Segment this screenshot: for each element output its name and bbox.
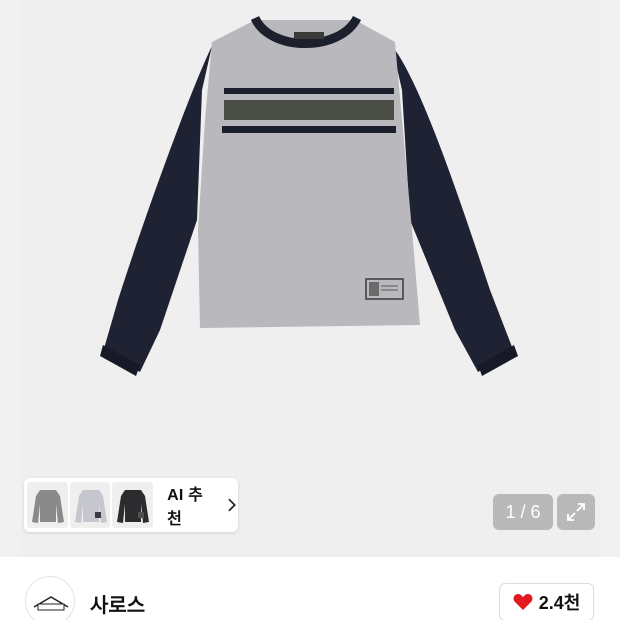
image-counter: 1 / 6 <box>493 494 553 530</box>
ai-recommend-panel[interactable]: AI 추천 <box>24 478 238 532</box>
like-button[interactable]: 2.4천 <box>499 583 594 620</box>
heart-icon <box>513 594 533 610</box>
ai-recommend-label: AI 추천 <box>167 487 204 528</box>
chevron-right-icon <box>228 498 237 512</box>
product-image <box>100 15 518 376</box>
shop-name[interactable]: 사로스 <box>90 589 145 618</box>
expand-button[interactable] <box>557 494 595 530</box>
like-count: 2.4천 <box>538 593 581 613</box>
expand-arrows-icon <box>567 503 585 521</box>
thumbnail-gray[interactable] <box>27 482 68 528</box>
thumbnail-light-gray[interactable] <box>69 482 111 528</box>
shop-logo[interactable] <box>25 576 75 620</box>
shop-row: 사로스 2.4천 <box>0 557 620 620</box>
thumbnail-black[interactable] <box>112 482 154 528</box>
product-gallery[interactable]: AI 추천 1 / 6 <box>0 0 620 557</box>
